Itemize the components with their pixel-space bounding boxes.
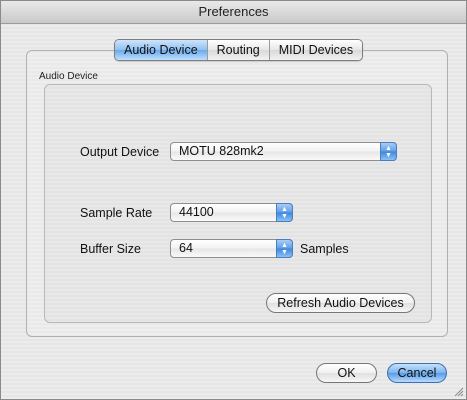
popup-arrows-icon: ▲ ▼ [380, 142, 397, 161]
refresh-audio-devices-button[interactable]: Refresh Audio Devices [266, 293, 415, 313]
tab-routing[interactable]: Routing [207, 40, 270, 60]
output-device-label: Output Device [80, 145, 160, 159]
cancel-button[interactable]: Cancel [387, 363, 447, 383]
preferences-window: Preferences Audio Device Routing MIDI De… [0, 0, 467, 400]
popup-arrows-icon: ▲ ▼ [276, 239, 293, 258]
buffer-size-popup[interactable]: 64 ▲ ▼ [170, 239, 293, 258]
output-device-value: MOTU 828mk2 [179, 144, 264, 158]
tab-bar: Audio Device Routing MIDI Devices [114, 39, 364, 61]
popup-arrows-icon: ▲ ▼ [276, 203, 293, 222]
resize-grip-icon[interactable] [452, 385, 464, 397]
tab-audio-device[interactable]: Audio Device [115, 40, 208, 60]
sample-rate-popup[interactable]: 44100 ▲ ▼ [170, 203, 293, 222]
sample-rate-label: Sample Rate [80, 206, 153, 220]
buffer-size-label: Buffer Size [80, 242, 141, 256]
group-label: Audio Device [39, 71, 98, 82]
buffer-size-unit: Samples [300, 242, 349, 256]
buffer-size-value: 64 [179, 241, 193, 255]
output-device-popup[interactable]: MOTU 828mk2 ▲ ▼ [170, 142, 397, 161]
window-title: Preferences [1, 1, 466, 24]
ok-button[interactable]: OK [316, 363, 377, 383]
tab-midi-devices[interactable]: MIDI Devices [269, 40, 363, 60]
sample-rate-value: 44100 [179, 205, 214, 219]
